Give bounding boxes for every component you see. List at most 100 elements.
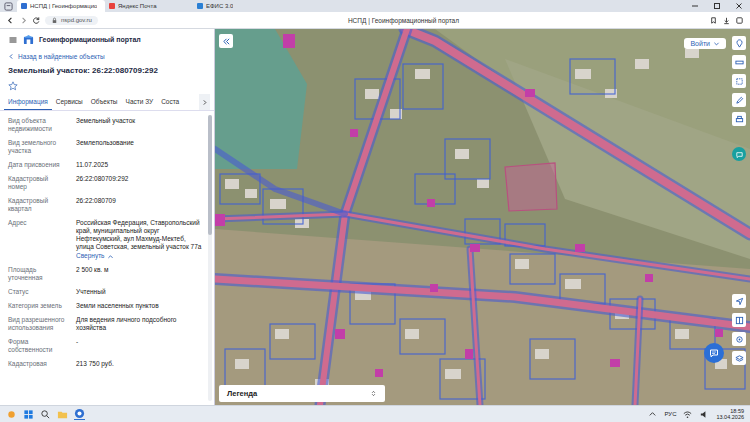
tab-list-icon[interactable] xyxy=(4,2,13,11)
download-icon[interactable] xyxy=(722,16,731,25)
favicon-icon xyxy=(21,3,27,9)
browser-tab-strip: НСПД | ГеоинформациоЯндекс ПочтаЕФИС 3.0 xyxy=(0,0,750,12)
tool-button[interactable] xyxy=(732,55,746,69)
favicon-icon xyxy=(109,3,115,9)
minimize-icon[interactable] xyxy=(690,1,700,11)
field-value: 26:22:080709:292 xyxy=(76,175,202,191)
back-link[interactable]: Назад в найденные объекты xyxy=(0,50,214,63)
clock[interactable]: 18:5913.04.2026 xyxy=(716,408,744,421)
map[interactable]: Войти Легенда xyxy=(215,29,750,405)
legend-dropdown[interactable]: Легенда xyxy=(219,385,385,402)
satellite-map[interactable] xyxy=(215,29,750,405)
field-value: Для ведения личного подсобного хозяйства xyxy=(76,316,202,332)
chat-button[interactable] xyxy=(704,343,724,363)
ruler-icon xyxy=(735,58,744,67)
target-icon xyxy=(735,335,744,344)
yandex-browser-icon[interactable] xyxy=(74,408,85,420)
navigation-icon xyxy=(735,297,744,306)
weather-icon[interactable] xyxy=(6,409,17,420)
favorite-star-icon[interactable] xyxy=(8,81,18,91)
maximize-icon[interactable] xyxy=(712,1,722,11)
taskbar: РУС 18:5913.04.2026 xyxy=(0,405,750,422)
folder-icon[interactable] xyxy=(57,409,68,420)
info-field: Кадастровый квартал 26:22:080709 xyxy=(8,195,202,215)
support-button[interactable] xyxy=(732,147,746,161)
chevron-right-icon xyxy=(201,99,208,106)
tool-button[interactable] xyxy=(732,74,746,88)
info-field: Вид земельного участка Землепользование xyxy=(8,137,202,157)
tool-button[interactable] xyxy=(732,294,746,308)
tray-chevron-icon[interactable] xyxy=(647,409,658,420)
tool-button[interactable] xyxy=(732,351,746,365)
info-field: Площадь уточненная2 500 кв. м xyxy=(8,264,202,284)
panel-header: Геоинформационный портал xyxy=(0,29,214,50)
field-label: Адрес xyxy=(8,219,68,260)
field-value: 2 500 кв. м xyxy=(76,266,202,282)
field-value: 26:22:080709 xyxy=(76,197,202,213)
collapse-link[interactable]: Свернуть xyxy=(76,252,202,260)
up-down-chevron-icon xyxy=(370,390,377,397)
field-value: 213 750 руб. xyxy=(76,360,202,368)
field-value: - xyxy=(76,338,202,354)
back-icon[interactable] xyxy=(6,16,15,25)
extensions-icon[interactable] xyxy=(735,16,744,25)
panel-tab[interactable]: Соста xyxy=(157,94,183,110)
close-icon[interactable] xyxy=(734,1,744,11)
info-field: Статус Учтенный xyxy=(8,286,202,298)
field-label: Вид объекта недвижимости xyxy=(8,117,68,133)
panel-tab[interactable]: Объекты xyxy=(87,94,122,110)
browser-tab[interactable]: ЕФИС 3.0 xyxy=(193,0,281,12)
tool-button[interactable] xyxy=(732,36,746,50)
tabs-scroll-button[interactable] xyxy=(199,94,210,110)
field-label: Форма собственности xyxy=(8,338,68,354)
forward-icon[interactable] xyxy=(19,16,28,25)
search-icon[interactable] xyxy=(40,409,51,420)
field-value: Землепользование xyxy=(76,139,202,155)
chevron-down-icon xyxy=(713,40,720,47)
field-label: Статус xyxy=(8,288,68,296)
panel-tab[interactable]: Части ЗУ xyxy=(122,94,158,110)
map-toolbar xyxy=(732,36,746,161)
info-field: Вид объекта недвижимостиЗемельный участо… xyxy=(8,115,202,135)
page-title: НСПД | Геоинформационный портал xyxy=(102,17,705,24)
start-windows-icon[interactable] xyxy=(23,409,34,420)
collapse-panel-button[interactable] xyxy=(219,34,233,48)
reload-icon[interactable] xyxy=(32,16,41,25)
print-icon xyxy=(735,115,744,124)
field-label: Вид земельного участка xyxy=(8,139,68,155)
volume-icon[interactable] xyxy=(699,409,710,420)
edit-icon xyxy=(735,96,744,105)
panel-tabs: ИнформацияСервисыОбъектыЧасти ЗУСоста xyxy=(0,94,214,111)
double-chevron-left-icon xyxy=(222,37,231,46)
caret-up-icon xyxy=(107,253,114,260)
field-label: Кадастровый квартал xyxy=(8,197,68,213)
tool-button[interactable] xyxy=(732,332,746,346)
browser-tab[interactable]: НСПД | Геоинформацио xyxy=(17,0,105,12)
info-field: АдресРоссийская Федерация, Ставропольски… xyxy=(8,217,202,262)
info-field: Кадастровая213 750 руб. xyxy=(8,358,202,370)
field-label: Категория земель xyxy=(8,302,68,310)
scrollbar[interactable] xyxy=(208,115,212,401)
main-area: Геоинформационный порталНазад в найденны… xyxy=(0,29,750,405)
field-label: Вид разрешенного использования xyxy=(8,316,68,332)
panel-tab[interactable]: Сервисы xyxy=(52,94,87,110)
tool-button[interactable] xyxy=(732,112,746,126)
field-value: Учтенный xyxy=(76,288,202,296)
field-label: Кадастровый номер xyxy=(8,175,68,191)
wifi-icon[interactable] xyxy=(682,409,693,420)
panel-tab[interactable]: Информация xyxy=(4,94,52,110)
browser-tab[interactable]: Яндекс Почта xyxy=(105,0,193,12)
language-indicator[interactable]: РУС xyxy=(664,411,676,417)
portal-logo-icon[interactable] xyxy=(23,34,34,45)
tool-button[interactable] xyxy=(732,313,746,327)
address-bar: nspd.gov.ru НСПД | Геоинформационный порт… xyxy=(0,12,750,29)
object-title: Земельный участок: 26:22:080709:292 xyxy=(0,63,214,78)
bookmark-icon[interactable] xyxy=(709,16,718,25)
login-button[interactable]: Войти xyxy=(684,38,726,49)
menu-icon[interactable] xyxy=(8,35,18,45)
tool-button[interactable] xyxy=(732,93,746,107)
chevron-left-icon xyxy=(8,53,15,60)
info-panel: Геоинформационный порталНазад в найденны… xyxy=(0,29,215,405)
url-field[interactable]: nspd.gov.ru xyxy=(45,16,98,25)
layers-icon xyxy=(735,354,744,363)
